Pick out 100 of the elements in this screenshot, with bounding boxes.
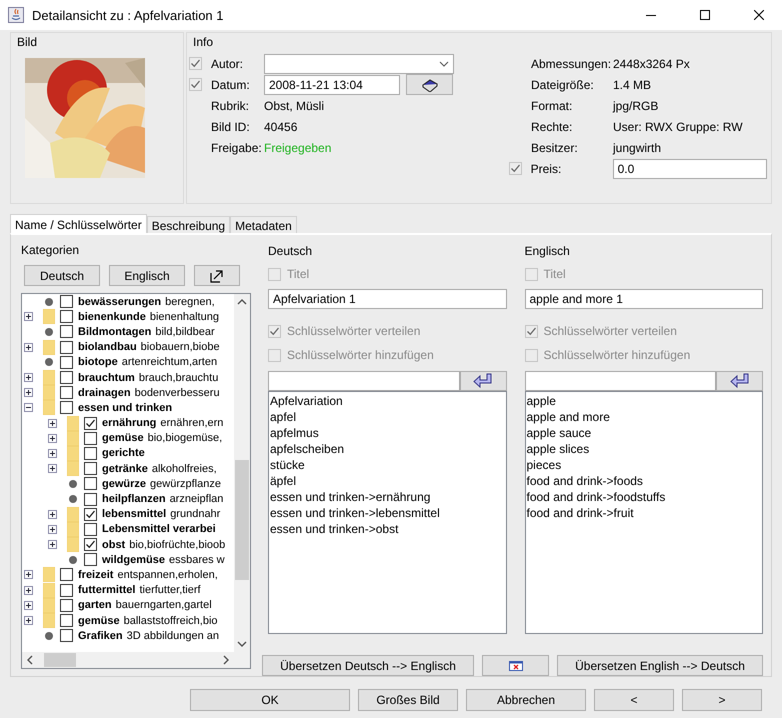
checkbox[interactable]	[84, 416, 97, 430]
title-field[interactable]: Apfelvariation 1	[268, 289, 506, 309]
category-name[interactable]: freizeit	[78, 568, 114, 581]
keyword-input[interactable]	[524, 371, 716, 391]
category-name[interactable]: biolandbau	[78, 341, 137, 354]
expand-icon[interactable]	[24, 570, 33, 580]
checkbox[interactable]	[60, 598, 73, 612]
category-name[interactable]: garten	[78, 599, 112, 612]
expand-icon[interactable]	[24, 312, 33, 322]
keyword-item[interactable]: apfelmus	[270, 425, 504, 441]
translate-button[interactable]: Übersetzen Deutsch --> Englisch	[262, 655, 474, 676]
category-name[interactable]: gewürze	[102, 478, 146, 490]
keyword-item[interactable]: apfel	[270, 409, 504, 425]
dialog-button[interactable]: >	[682, 689, 762, 711]
dialog-button[interactable]: Großes Bild	[358, 689, 458, 711]
expand-icon[interactable]	[24, 600, 33, 610]
checkbox[interactable]	[60, 295, 73, 308]
checkbox[interactable]	[60, 340, 73, 354]
dialog-button[interactable]: OK	[190, 689, 350, 711]
category-name[interactable]: gemüse	[78, 614, 120, 627]
translate-button[interactable]: Übersetzen English --> Deutsch	[557, 655, 763, 676]
scrollbar-thumb[interactable]	[235, 460, 249, 580]
category-name[interactable]: Lebensmittel verarbei	[102, 523, 216, 536]
title-field[interactable]: apple and more 1	[524, 289, 763, 309]
category-name[interactable]: wildgemüse	[102, 554, 165, 566]
keyword-item[interactable]: apple slices	[526, 441, 761, 457]
tab[interactable]: Beschreibung	[146, 216, 230, 233]
keyword-item[interactable]: äpfel	[270, 473, 504, 489]
category-name[interactable]: futtermittel	[78, 584, 136, 596]
category-name[interactable]: essen und trinken	[78, 402, 172, 414]
enter-button[interactable]	[460, 371, 506, 391]
tab[interactable]: Name / Schlüsselwörter	[10, 214, 147, 233]
checkbox[interactable]	[60, 614, 73, 628]
checkbox[interactable]	[60, 401, 73, 414]
keyword-item[interactable]: food and drink->foodstuffs	[526, 489, 761, 505]
expand-icon[interactable]	[48, 418, 57, 428]
language-button[interactable]: Englisch	[109, 265, 185, 286]
keyword-item[interactable]: Apfelvariation	[270, 393, 504, 409]
keyword-item[interactable]: apple sauce	[526, 425, 761, 441]
scrollbar-thumb[interactable]	[44, 653, 76, 667]
dialog-button[interactable]: <	[594, 689, 674, 711]
keyword-list[interactable]: Apfelvariation apfel apfelmus apfelscheiben stücke äpfel essen und trinken->ernährung essen und trinken->lebensmittel essen und trinken->obst	[268, 391, 506, 634]
keyword-item[interactable]: apple	[526, 393, 761, 409]
keyword-item[interactable]: essen und trinken->lebensmittel	[270, 505, 504, 521]
checkbox[interactable]	[84, 432, 97, 445]
expand-icon[interactable]	[24, 373, 33, 382]
expand-icon[interactable]	[24, 616, 33, 626]
expand-icon[interactable]	[48, 448, 57, 458]
checkbox[interactable]	[60, 629, 73, 642]
keyword-input[interactable]	[268, 371, 460, 391]
dialog-button[interactable]: Abbrechen	[466, 689, 586, 711]
category-name[interactable]: Grafiken	[78, 630, 123, 642]
keyword-item[interactable]: apple and more	[526, 409, 761, 425]
checkbox[interactable]	[84, 446, 97, 460]
checkbox[interactable]	[84, 462, 97, 476]
category-name[interactable]: gemüse	[102, 432, 144, 444]
expand-icon[interactable]	[48, 434, 57, 443]
expand-icon[interactable]	[48, 464, 57, 474]
keyword-item[interactable]: apfelscheiben	[270, 441, 504, 457]
checkbox[interactable]	[84, 508, 97, 521]
expand-icon[interactable]	[48, 510, 57, 519]
expand-icon[interactable]	[48, 524, 57, 534]
tab[interactable]: Metadaten	[230, 216, 297, 233]
keyword-item[interactable]: stücke	[270, 457, 504, 473]
checkbox[interactable]	[84, 492, 97, 506]
checkbox[interactable]	[60, 310, 73, 324]
keyword-item[interactable]: essen und trinken->ernährung	[270, 489, 504, 505]
category-name[interactable]: ernährung	[102, 417, 156, 430]
category-name[interactable]: bewässerungen	[78, 296, 162, 308]
category-name[interactable]: getränke	[102, 462, 148, 475]
category-name[interactable]: lebensmittel	[102, 508, 166, 520]
checkbox[interactable]	[60, 568, 73, 582]
keyword-list[interactable]: apple apple and more apple sauce apple slices pieces food and drink->foods food and drink->foodstuffs food and drink->fruit	[524, 391, 763, 634]
keyword-item[interactable]: food and drink->foods	[526, 473, 761, 489]
expand-icon[interactable]	[48, 540, 57, 550]
category-tree[interactable]	[21, 293, 251, 669]
checkbox[interactable]	[60, 371, 73, 384]
calendar-button[interactable]	[406, 74, 453, 95]
checkbox[interactable]	[60, 386, 73, 400]
category-name[interactable]: Bildmontagen	[78, 326, 152, 338]
horizontal-scrollbar[interactable]	[22, 652, 250, 668]
category-name[interactable]: gerichte	[102, 447, 145, 460]
expand-icon[interactable]	[24, 342, 33, 352]
checkbox[interactable]	[84, 538, 97, 552]
checkbox[interactable]	[84, 477, 97, 490]
checkbox[interactable]	[60, 325, 73, 338]
language-button[interactable]: Deutsch	[24, 265, 100, 286]
enter-button[interactable]	[716, 371, 763, 391]
category-name[interactable]: heilpflanzen	[102, 493, 166, 506]
collapse-icon[interactable]	[24, 403, 33, 412]
checkbox[interactable]	[84, 553, 97, 566]
checkbox[interactable]	[60, 356, 73, 369]
popout-button[interactable]	[194, 265, 240, 286]
category-name[interactable]: obst	[102, 538, 126, 551]
keyword-item[interactable]: food and drink->fruit	[526, 505, 761, 521]
keyword-item[interactable]: essen und trinken->obst	[270, 521, 504, 537]
category-name[interactable]: drainagen	[78, 386, 131, 399]
expand-icon[interactable]	[24, 586, 33, 595]
checkbox[interactable]	[84, 522, 97, 536]
checkbox[interactable]	[60, 584, 73, 597]
